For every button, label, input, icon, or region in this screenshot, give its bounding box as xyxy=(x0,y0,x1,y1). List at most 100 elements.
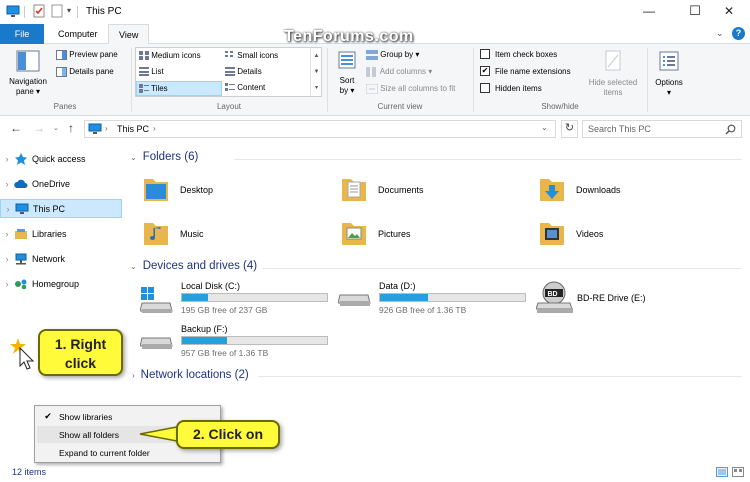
libraries-icon xyxy=(15,228,27,239)
pictures-folder-icon xyxy=(342,223,366,245)
file-name-extensions-toggle[interactable]: ✔ File name extensions xyxy=(480,66,571,76)
up-arrow-icon[interactable]: ↑ xyxy=(68,121,74,135)
expand-ribbon-chevron-icon[interactable]: ⌄ xyxy=(716,28,724,39)
expand-chevron-icon[interactable]: › xyxy=(0,254,14,264)
hide-selected-items-button[interactable]: Hide selected items xyxy=(584,48,642,100)
medium-icons-icon xyxy=(139,51,149,61)
music-folder-icon xyxy=(144,223,168,245)
drive-tile-f[interactable]: Backup (F:) 957 GB free of 1.36 TB xyxy=(140,324,330,364)
hidden-items-checkbox[interactable] xyxy=(480,83,490,93)
network-header-label: Network locations (2) xyxy=(140,369,249,381)
group-label-panes: Panes xyxy=(53,102,77,111)
details-view-icon[interactable] xyxy=(716,467,728,477)
folder-tile-music[interactable]: Music xyxy=(142,217,322,253)
back-arrow-icon[interactable]: ← xyxy=(10,121,22,135)
drive-tile-d[interactable]: Data (D:) 926 GB free of 1.36 TB xyxy=(338,281,528,321)
item-check-boxes-toggle[interactable]: Item check boxes xyxy=(480,49,557,59)
new-folder-icon[interactable] xyxy=(50,4,64,18)
expand-chevron-icon[interactable]: › xyxy=(132,371,135,380)
tab-computer[interactable]: Computer xyxy=(48,24,108,44)
minimize-button[interactable]: — xyxy=(626,0,672,22)
recent-locations-chevron-icon[interactable]: ⌄ xyxy=(53,124,59,132)
expand-chevron-icon[interactable]: › xyxy=(0,229,14,239)
layout-medium-icons[interactable]: Medium icons xyxy=(139,51,201,61)
collapse-chevron-icon[interactable]: ⌄ xyxy=(130,153,137,162)
quick-access-toolbar-dropdown[interactable]: ▾ xyxy=(67,6,71,15)
sidebar-item-libraries[interactable]: › Libraries xyxy=(0,224,124,243)
content-label: Content xyxy=(237,83,266,92)
hard-drive-icon xyxy=(140,337,173,349)
group-by-button[interactable]: Group by ▾ xyxy=(366,50,419,60)
folder-tile-videos[interactable]: Videos xyxy=(538,217,718,253)
sidebar-item-network[interactable]: › Network xyxy=(0,249,124,268)
group-label-current-view: Current view xyxy=(377,102,423,111)
callout-right-click-line2: click xyxy=(64,355,97,371)
tab-view[interactable]: View xyxy=(108,24,150,45)
sidebar-item-homegroup[interactable]: › Homegroup xyxy=(0,274,124,293)
properties-icon[interactable] xyxy=(32,4,46,18)
collapse-chevron-icon[interactable]: ⌄ xyxy=(130,262,137,271)
folder-tile-documents[interactable]: Documents xyxy=(340,173,520,209)
breadcrumb-this-pc[interactable]: This PC xyxy=(117,124,149,134)
sort-by-button[interactable]: Sort by ▾ xyxy=(333,48,361,98)
drives-group-header[interactable]: ⌄ Devices and drives (4) xyxy=(130,260,257,272)
folder-tile-pictures[interactable]: Pictures xyxy=(340,217,520,253)
large-icons-view-icon[interactable] xyxy=(732,467,744,477)
layout-small-icons[interactable]: Small icons xyxy=(225,51,278,60)
folder-tile-desktop[interactable]: Desktop xyxy=(142,173,322,209)
expand-chevron-icon[interactable]: › xyxy=(0,179,14,189)
expand-chevron-icon[interactable]: › xyxy=(1,204,15,214)
layout-content[interactable]: Content xyxy=(225,83,265,92)
folders-header-label: Folders (6) xyxy=(142,151,199,163)
address-dropdown-icon[interactable]: ⌄ xyxy=(541,123,548,132)
bd-re-drive-icon: BD xyxy=(536,281,573,313)
expand-chevron-icon[interactable]: › xyxy=(0,154,14,164)
layout-scroll[interactable]: ▲ ▼ ▾ xyxy=(310,48,322,96)
sidebar-item-onedrive[interactable]: › OneDrive xyxy=(0,174,124,193)
forward-arrow-icon[interactable]: → xyxy=(33,121,45,135)
item-check-boxes-checkbox[interactable] xyxy=(480,49,490,59)
options-button[interactable]: Options ▾ xyxy=(650,48,688,100)
breadcrumb-chevron-icon[interactable]: › xyxy=(153,124,156,133)
hide-selected-label: Hide selected xyxy=(588,78,638,87)
homegroup-icon xyxy=(15,279,27,289)
content-icon xyxy=(225,83,235,92)
details-icon xyxy=(225,67,235,77)
group-label-layout: Layout xyxy=(216,102,242,111)
group-label-show-hide: Show/hide xyxy=(541,102,579,111)
folders-group-header[interactable]: ⌄ Folders (6) xyxy=(130,151,198,163)
address-bar[interactable]: › This PC › ⌄ xyxy=(84,120,556,138)
search-input[interactable]: Search This PC xyxy=(582,120,742,138)
hidden-items-toggle[interactable]: Hidden items xyxy=(480,83,542,93)
file-name-extensions-checkbox[interactable]: ✔ xyxy=(480,66,490,76)
drive-tile-e[interactable]: BD BD-RE Drive (E:) xyxy=(536,281,736,321)
item-check-boxes-label: Item check boxes xyxy=(495,49,558,59)
layout-tiles[interactable]: Tiles xyxy=(136,81,222,96)
navigation-pane-button[interactable]: Navigation pane ▾ xyxy=(4,48,52,100)
star-icon xyxy=(15,152,27,165)
size-all-columns-button[interactable]: Size all columns to fit xyxy=(366,84,455,94)
tiles-label: Tiles xyxy=(151,84,168,93)
status-bar: 12 items xyxy=(0,463,750,482)
drive-usage-bar xyxy=(181,336,328,345)
drive-tile-c[interactable]: Local Disk (C:) 195 GB free of 237 GB xyxy=(140,281,330,321)
network-group-header[interactable]: › Network locations (2) xyxy=(132,369,249,381)
layout-list[interactable]: List xyxy=(139,67,164,77)
options-label: Options xyxy=(655,78,683,87)
details-pane-button[interactable]: Details pane xyxy=(56,67,114,77)
navigation-pane-label-2: pane ▾ xyxy=(15,87,41,96)
search-placeholder: Search This PC xyxy=(588,124,651,134)
help-icon[interactable]: ? xyxy=(732,27,745,40)
add-columns-button[interactable]: Add columns ▾ xyxy=(366,67,432,77)
tab-file[interactable]: File xyxy=(0,24,44,44)
expand-chevron-icon[interactable]: › xyxy=(0,279,14,289)
sidebar-item-this-pc[interactable]: › This PC xyxy=(0,199,122,218)
preview-pane-label: Preview pane xyxy=(69,50,118,60)
layout-details[interactable]: Details xyxy=(225,67,262,77)
folder-tile-downloads[interactable]: Downloads xyxy=(538,173,718,209)
sidebar-item-quick-access[interactable]: › Quick access xyxy=(0,149,124,168)
close-button[interactable]: ✕ xyxy=(706,0,750,22)
refresh-icon[interactable]: ↻ xyxy=(561,120,578,138)
preview-pane-button[interactable]: Preview pane xyxy=(56,50,118,60)
folder-name: Music xyxy=(180,229,204,239)
